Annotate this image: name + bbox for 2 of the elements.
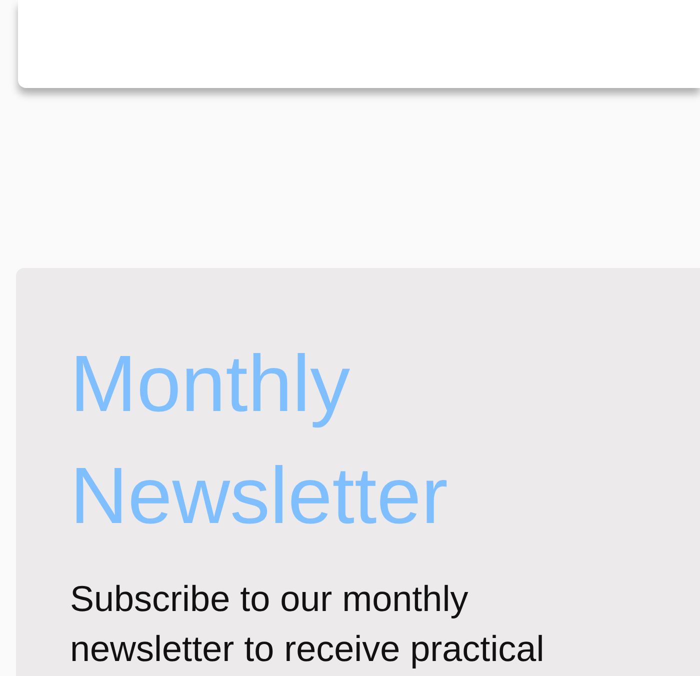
newsletter-description: Subscribe to our monthly newsletter to receive practical [70, 577, 546, 671]
newsletter-title: Monthly Newsletter [70, 338, 449, 542]
